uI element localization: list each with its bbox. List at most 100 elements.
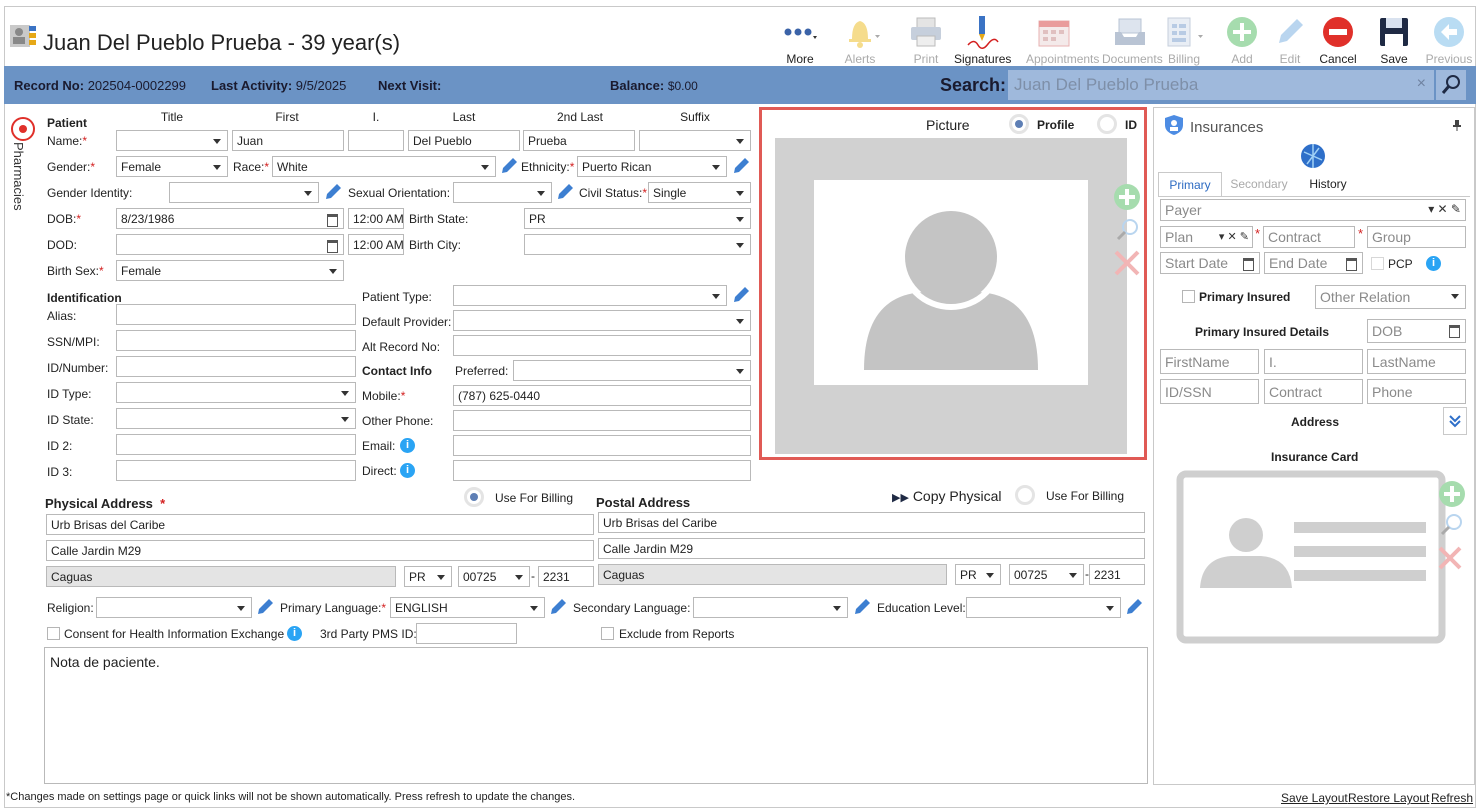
group-input[interactable]: Group [1367,226,1466,248]
physical-line2-input[interactable]: Calle Jardin M29 [46,540,594,561]
id-type-select[interactable] [116,382,356,403]
zoom-picture-icon[interactable] [1116,219,1138,241]
physical-state-select[interactable]: PR [404,566,452,587]
insured-firstname-input[interactable]: FirstName [1160,349,1259,374]
postal-line1-input[interactable]: Urb Brisas del Caribe [598,512,1145,533]
signatures-button[interactable]: Signatures [954,14,1011,66]
pharmacies-sidebar[interactable] [8,112,36,782]
previous-button[interactable]: Previous [1421,14,1477,66]
birth-state-select[interactable]: PR [524,208,751,229]
more-button[interactable]: More [772,14,828,66]
other-relation-select[interactable]: Other Relation [1315,285,1466,309]
suffix-select[interactable] [639,130,751,151]
insured-lastname-input[interactable]: LastName [1367,349,1466,374]
save-button[interactable]: Save [1366,14,1422,66]
secondary-language-edit-pencil-icon[interactable] [853,598,871,616]
direct-info-icon[interactable]: i [400,463,415,478]
pcp-info-icon[interactable]: i [1426,256,1441,271]
clear-search-icon[interactable]: × [1417,75,1426,93]
insurance-card-placeholder[interactable] [1176,470,1472,648]
search-input[interactable]: Juan Del Pueblo Prueba × [1008,70,1434,100]
id2-input[interactable] [116,434,356,455]
patient-notes-textarea[interactable]: Nota de paciente. [44,647,1148,784]
alt-record-input[interactable] [453,335,751,356]
restore-layout-link[interactable]: Restore Layout [1348,791,1429,805]
end-date-input[interactable]: End Date [1264,252,1363,274]
pcp-checkbox[interactable] [1371,257,1384,270]
postal-city-input[interactable]: Caguas [598,564,947,585]
birth-sex-select[interactable]: Female [116,260,344,281]
physical-zip4-input[interactable]: 2231 [538,566,594,587]
consent-info-icon[interactable]: i [287,626,302,641]
primary-language-select[interactable]: ENGLISH [390,597,545,618]
start-date-input[interactable]: Start Date [1160,252,1260,274]
sexual-orientation-edit-pencil-icon[interactable] [556,183,574,201]
id-number-input[interactable] [116,356,356,377]
id3-input[interactable] [116,460,356,481]
insurance-globe-icon[interactable] [1299,142,1327,170]
profile-picture-frame[interactable] [775,138,1127,454]
postal-state-select[interactable]: PR [955,564,1001,585]
ethnicity-select[interactable]: Puerto Rican [577,156,727,177]
id-radio[interactable] [1097,114,1117,134]
pms-id-input[interactable] [416,623,517,644]
other-phone-input[interactable] [453,410,751,431]
expand-address-button[interactable] [1443,407,1467,435]
mobile-input[interactable]: (787) 625-0440 [453,385,751,406]
dob-date-input[interactable]: 8/23/1986 [116,208,344,229]
primary-insured-checkbox[interactable] [1182,290,1195,303]
refresh-link[interactable]: Refresh [1431,791,1473,805]
birth-city-select[interactable] [524,234,751,255]
cancel-button[interactable]: Cancel [1310,14,1366,66]
second-last-name-input[interactable]: Prueba [523,130,635,151]
save-layout-link[interactable]: Save Layout [1281,791,1348,805]
middle-initial-input[interactable] [348,130,404,151]
postal-zip4-input[interactable]: 2231 [1089,564,1145,585]
physical-use-billing-radio[interactable] [464,487,484,507]
pharmacies-tab-label[interactable]: Pharmacies [11,142,26,211]
direct-input[interactable] [453,460,751,481]
dob-time-input[interactable]: 12:00 AM [348,208,404,229]
primary-language-edit-pencil-icon[interactable] [549,598,567,616]
tab-history[interactable]: History [1296,172,1360,196]
alias-input[interactable] [116,304,356,325]
documents-button[interactable]: Documents [1102,14,1163,66]
religion-select[interactable] [96,597,252,618]
patient-type-select[interactable] [453,285,727,306]
education-level-select[interactable] [966,597,1121,618]
billing-button[interactable]: Billing [1156,14,1212,66]
education-edit-pencil-icon[interactable] [1125,598,1143,616]
add-picture-icon[interactable] [1114,184,1140,210]
insured-idssn-input[interactable]: ID/SSN [1160,379,1259,404]
secondary-language-select[interactable] [693,597,848,618]
alerts-button[interactable]: Alerts [832,14,888,66]
civil-status-select[interactable]: Single [648,182,751,203]
gender-select[interactable]: Female [116,156,228,177]
exclude-reports-checkbox[interactable] [601,627,614,640]
pin-icon[interactable] [1452,119,1462,131]
religion-edit-pencil-icon[interactable] [256,598,274,616]
gender-identity-select[interactable] [169,182,319,203]
profile-radio[interactable] [1009,114,1029,134]
insured-phone-input[interactable]: Phone [1367,379,1466,404]
contract-input[interactable]: Contract [1263,226,1355,248]
dod-time-input[interactable]: 12:00 AM [348,234,404,255]
ethnicity-edit-pencil-icon[interactable] [732,157,750,175]
default-provider-select[interactable] [453,310,751,331]
print-button[interactable]: Print [898,14,954,66]
id-state-select[interactable] [116,408,356,429]
email-input[interactable] [453,435,751,456]
plan-select[interactable]: Plan ▾ ✕ ✎ [1160,226,1253,248]
physical-line1-input[interactable]: Urb Brisas del Caribe [46,514,594,535]
payer-select[interactable]: Payer ▾ ✕ ✎ [1160,199,1466,221]
ssn-input[interactable] [116,330,356,351]
postal-line2-input[interactable]: Calle Jardin M29 [598,538,1145,559]
copy-physical-button[interactable]: ▶▶ Copy Physical [892,488,1002,504]
postal-use-billing-radio[interactable] [1015,485,1035,505]
sexual-orientation-select[interactable] [453,182,552,203]
physical-zip-select[interactable]: 00725 [458,566,530,587]
insured-mi-input[interactable]: I. [1264,349,1363,374]
patient-type-edit-pencil-icon[interactable] [732,286,750,304]
delete-picture-icon[interactable] [1114,250,1140,276]
title-select[interactable] [116,130,228,151]
